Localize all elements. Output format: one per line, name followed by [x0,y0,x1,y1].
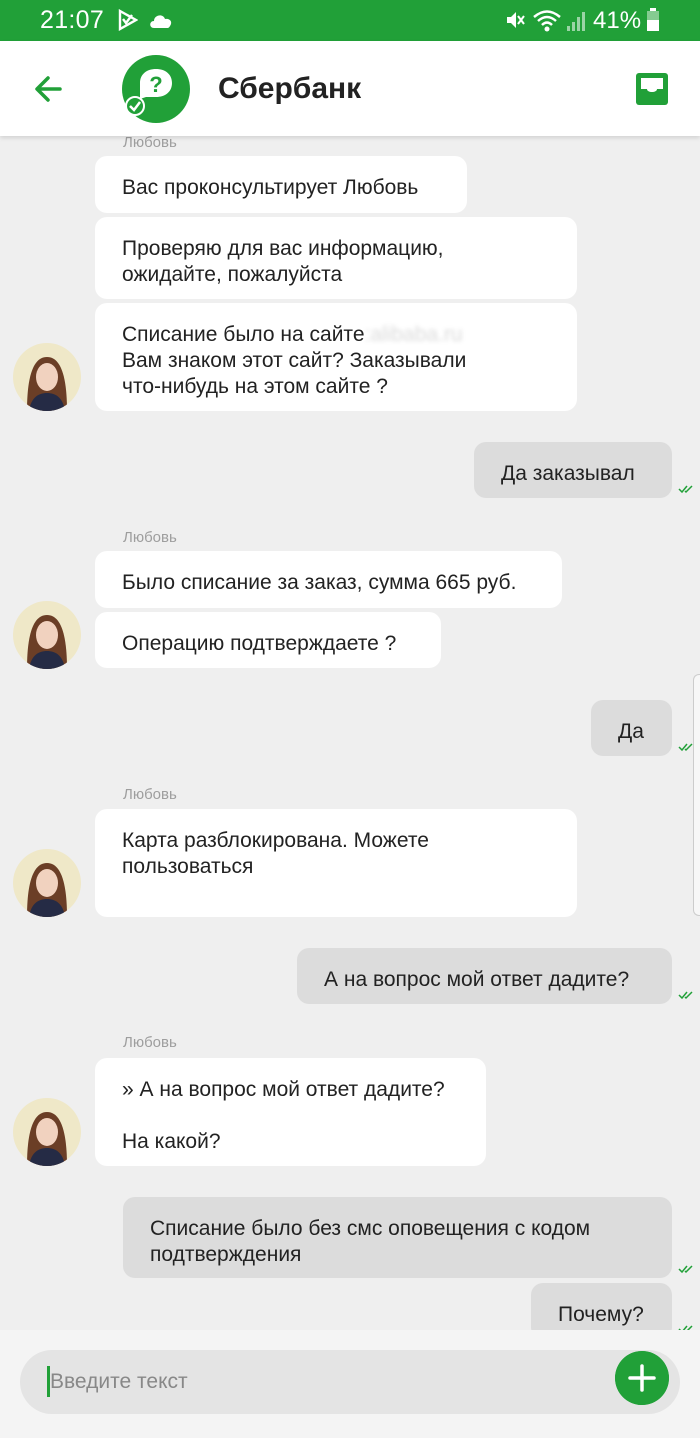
signal-icon [567,12,585,31]
svg-text:?: ? [149,72,162,97]
message-text: Списание было без смс оповещения с кодом [150,1217,591,1240]
incoming-message: Карта разблокирована. Можете пользоватьс… [95,809,577,917]
wifi-icon [533,10,561,32]
composer [0,1330,700,1438]
message-input-box[interactable] [20,1350,680,1414]
double-check-icon [678,991,693,1000]
avatar [13,849,81,917]
quoted-text: » А на вопрос мой ответ дадите? [122,1078,445,1101]
message-text: Карта разблокирована. Можете [122,829,429,852]
battery-percent: 41% [593,7,642,34]
mute-icon [507,12,525,28]
incoming-message: Операцию подтверждаете ? [95,612,441,668]
avatar [13,601,81,669]
message-text: Вам знаком этот сайт? Заказывали [122,349,467,372]
incoming-message: Списание было на сайте:alibaba.ru Вам зн… [95,303,577,411]
message-text: подтверждения [150,1243,302,1266]
message-text: Проверяю для вас информацию, [122,237,444,260]
message-text: На какой? [122,1130,221,1153]
avatar [13,343,81,411]
incoming-message: Было списание за заказ, сумма 665 руб. [95,551,562,608]
incoming-message: Проверяю для вас информацию, ожидайте, п… [95,217,577,299]
battery-icon [647,8,659,31]
status-bar: 21:07 41% [0,0,700,41]
chat-messages[interactable]: Любовь Вас проконсультирует Любовь Прове… [0,136,700,1330]
sender-name: Любовь [123,529,177,546]
double-check-icon [678,1265,693,1274]
outgoing-message: А на вопрос мой ответ дадите? [297,948,672,1004]
avatar [13,1098,81,1166]
outgoing-message: Да заказывал [474,442,672,498]
message-text: Почему? [558,1303,644,1326]
incoming-message: » А на вопрос мой ответ дадите? На какой… [95,1058,486,1166]
message-text: Операцию подтверждаете ? [122,632,397,655]
message-text: Списание было на сайте:alibaba.ru [122,323,463,346]
blurred-url: :alibaba.ru [364,323,463,346]
message-input[interactable] [48,1350,608,1414]
message-text: А на вопрос мой ответ дадите? [324,968,630,991]
outgoing-message: Почему? [531,1283,672,1330]
message-text: Было списание за заказ, сумма 665 руб. [122,571,517,594]
message-text: Да заказывал [501,462,635,485]
question-bubble-icon: ? [122,55,190,123]
message-text: пользоваться [122,855,254,878]
status-time: 21:07 [40,6,105,34]
message-text: Да [618,720,644,743]
sender-name: Любовь [123,136,177,151]
app-header: ? Сбербанк [0,41,700,136]
outgoing-message: Да [591,700,672,756]
double-check-icon [678,485,693,494]
incoming-message: Вас проконсультирует Любовь [95,156,467,213]
message-text: Вас проконсультирует Любовь [122,176,419,199]
message-text: что-нибудь на этом сайте ? [122,375,388,398]
play-check-icon [118,9,138,31]
sender-name: Любовь [123,786,177,803]
outgoing-message: Списание было без смс оповещения с кодом… [123,1197,672,1278]
sender-name: Любовь [123,1034,177,1051]
message-text: ожидайте, пожалуйста [122,263,343,286]
add-button[interactable] [615,1351,669,1405]
chat-title: Сбербанк [218,72,362,105]
back-button[interactable] [26,67,70,111]
cloud-icon [150,15,172,28]
scrollbar[interactable] [693,674,700,916]
inbox-icon[interactable] [632,69,672,109]
